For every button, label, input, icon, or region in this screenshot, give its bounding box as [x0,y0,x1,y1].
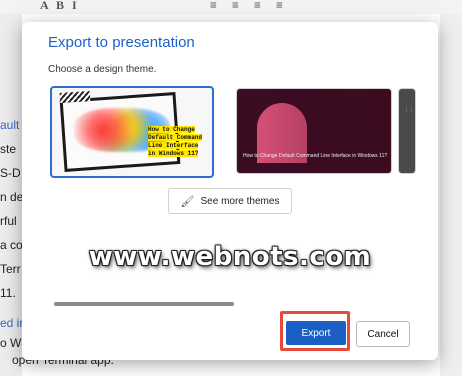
export-dialog: Export to presentation Choose a design t… [22,22,438,360]
doc-text-line: o W [0,336,22,350]
see-more-themes-label: See more themes [200,195,280,207]
cancel-button[interactable]: Cancel [356,321,410,347]
theme-stripes [59,90,91,104]
doc-text-line: 11. [0,286,16,300]
doc-text-line: a co [0,238,23,252]
paintbrush-icon: 🖌 [180,195,195,208]
list-icon[interactable]: ≡ [232,0,239,13]
align-icon[interactable]: ≡ [276,0,283,13]
italic-icon[interactable]: I [72,0,77,13]
bold-icon[interactable]: B [56,0,64,13]
theme-gradient [237,89,391,173]
theme-preview-text: ⋮⋮⋮⋮⋮ [404,107,415,113]
editor-toolbar: A B I ≡ ≡ ≡ ≡ [0,0,462,15]
see-more-themes-button[interactable]: 🖌 See more themes [168,188,292,214]
theme-preview-text: How to Change Default Command Line Inter… [243,153,388,159]
list-icon[interactable]: ≡ [210,0,217,13]
dialog-subtitle: Choose a design theme. [48,64,157,75]
theme-option-pink-arch[interactable]: How to Change Default Command Line Inter… [236,88,392,174]
doc-text-line: rful [0,214,17,228]
theme-option-dark[interactable]: ⋮⋮⋮⋮⋮ [398,88,416,174]
font-color-icon[interactable]: A [40,0,49,13]
doc-text-line: Terr [0,262,21,276]
right-margin [440,14,462,376]
horizontal-scrollbar[interactable] [54,302,234,306]
watermark-text: www.webnots.com [88,242,372,272]
doc-text-line: ault [0,118,20,132]
theme-preview-text: How to Change Default Command Line Inter… [148,126,203,157]
doc-text-line: S-D [0,166,21,180]
doc-text-line: n de [0,190,24,204]
align-icon[interactable]: ≡ [254,0,261,13]
theme-option-colorful[interactable]: How to Change Default Command Line Inter… [50,86,214,178]
doc-text-line: ste [0,142,17,156]
export-button[interactable]: Export [286,321,346,345]
dialog-title: Export to presentation [48,34,195,51]
